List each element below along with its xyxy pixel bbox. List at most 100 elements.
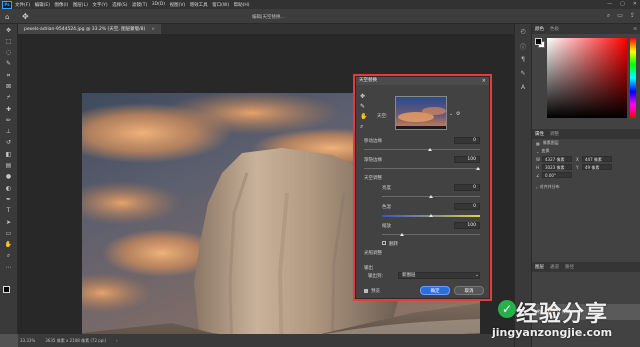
panel-menu-icon[interactable]: ≡	[633, 27, 637, 32]
tab-swatches[interactable]: 色板	[550, 26, 559, 32]
share-icon[interactable]: ⇪	[630, 12, 635, 20]
document-tab[interactable]: pexels-adrian-9544524.jpg @ 33.2% (天空, 图…	[18, 24, 162, 34]
type-tool-icon[interactable]: T	[3, 207, 14, 216]
history-brush-icon[interactable]: ↺	[3, 139, 14, 148]
menu-edit[interactable]: 编辑(E)	[35, 2, 50, 8]
move-tool-icon[interactable]: ✥	[3, 26, 14, 35]
shift-edge-knob[interactable]	[428, 148, 432, 151]
sky-preset-thumbnail[interactable]	[395, 96, 447, 130]
temperature-field[interactable]: 0	[454, 203, 480, 210]
dialog-close-button[interactable]: ×	[482, 77, 486, 85]
minimize-button[interactable]: —	[607, 1, 612, 7]
healing-brush-icon[interactable]: ✚	[3, 105, 14, 114]
history-panel-icon[interactable]: ◴	[519, 28, 528, 37]
shift-edge-field[interactable]: 0	[454, 137, 480, 144]
dialog-title-bar[interactable]: 天空替换 ×	[356, 77, 489, 85]
quick-select-tool-icon[interactable]: ✎	[3, 60, 14, 69]
gradient-tool-icon[interactable]: ▤	[3, 162, 14, 171]
sky-brush-tool-icon[interactable]: ✎	[360, 103, 367, 110]
move-sky-tool-icon[interactable]: ✥	[360, 93, 367, 100]
close-window-button[interactable]: ✕	[633, 1, 637, 7]
fade-edge-field[interactable]: 100	[454, 156, 480, 163]
menu-layer[interactable]: 图层(L)	[73, 2, 88, 8]
eye-icon[interactable]: 👁	[536, 310, 542, 315]
sky-adjust-label[interactable]: 天空调整	[364, 175, 382, 181]
menu-view[interactable]: 视图(V)	[170, 2, 186, 8]
menu-image[interactable]: 图像(I)	[54, 2, 68, 8]
marquee-tool-icon[interactable]: ⬚	[3, 37, 14, 46]
ok-button[interactable]: 确定	[420, 286, 450, 295]
layer-row-background[interactable]: 👁 背景	[532, 304, 640, 320]
preview-checkbox[interactable]	[364, 289, 368, 293]
menu-type[interactable]: 文字(Y)	[92, 2, 107, 8]
brightness-knob[interactable]	[429, 195, 433, 198]
transform-header[interactable]: ⌄ 变换	[532, 147, 640, 155]
shape-tool-icon[interactable]: ▭	[3, 229, 14, 238]
home-icon[interactable]: ⌂	[5, 13, 9, 21]
search-icon[interactable]: ⌕	[607, 12, 610, 20]
eyedropper-tool-icon[interactable]: ⌿	[3, 94, 14, 103]
width-field[interactable]: 4327 像素	[542, 156, 572, 162]
output-to-select[interactable]: 新图层	[398, 272, 480, 279]
sky-dropdown-icon[interactable]: ⌄	[449, 111, 453, 117]
lasso-tool-icon[interactable]: ◌	[3, 49, 14, 58]
document-info[interactable]: 3635 像素 x 2108 像素 (72 ppi)	[45, 338, 106, 344]
move-tool-icon[interactable]: ✥	[22, 12, 29, 21]
zoom-tool-icon[interactable]: ⌕	[360, 123, 367, 131]
character-panel-icon[interactable]: A	[519, 84, 528, 93]
tab-channels[interactable]: 通道	[550, 264, 559, 270]
menu-plugins[interactable]: 增效工具	[190, 2, 208, 8]
tab-layers[interactable]: 图层	[535, 264, 544, 270]
tab-color[interactable]: 颜色	[535, 26, 544, 32]
temperature-knob[interactable]	[429, 214, 433, 217]
scale-knob[interactable]	[400, 233, 404, 236]
color-picker-field[interactable]	[547, 38, 627, 118]
flip-checkbox[interactable]	[382, 241, 386, 245]
foreground-color-chip[interactable]	[535, 38, 542, 45]
brush-settings-icon[interactable]: ✎	[519, 70, 528, 79]
zoom-level[interactable]: 33.33%	[20, 338, 35, 343]
workspace-icon[interactable]: ▭	[617, 12, 623, 20]
maximize-button[interactable]: ▢	[620, 1, 625, 7]
frame-tool-icon[interactable]: ⊠	[3, 82, 14, 91]
hue-slider[interactable]	[630, 38, 636, 118]
dodge-tool-icon[interactable]: ◐	[3, 184, 14, 193]
hand-tool-icon[interactable]: ✋	[360, 113, 367, 120]
paragraph-panel-icon[interactable]: ¶	[519, 56, 528, 65]
path-select-icon[interactable]: ➤	[3, 218, 14, 227]
shift-edge-slider[interactable]	[364, 149, 480, 150]
pen-tool-icon[interactable]: ✒	[3, 195, 14, 204]
height-field[interactable]: 3023 像素	[542, 164, 572, 170]
menu-select[interactable]: 选择(S)	[112, 2, 127, 8]
scale-slider[interactable]	[382, 234, 480, 235]
menu-file[interactable]: 文件(F)	[15, 2, 30, 8]
menu-window[interactable]: 窗口(W)	[212, 2, 229, 8]
more-tools-icon[interactable]: ⋯	[3, 263, 14, 272]
x-field[interactable]: 447 像素	[582, 156, 612, 162]
blur-tool-icon[interactable]: ●	[3, 173, 14, 182]
lighting-label[interactable]: 光照调整	[364, 250, 382, 256]
scale-field[interactable]: 100	[454, 222, 480, 229]
brush-tool-icon[interactable]: ✏	[3, 116, 14, 125]
crop-tool-icon[interactable]: ⌗	[3, 71, 14, 80]
close-tab-icon[interactable]: ×	[151, 27, 155, 32]
foreground-color-swatch[interactable]	[3, 286, 10, 293]
tab-adjustments[interactable]: 调整	[550, 131, 559, 137]
tab-paths[interactable]: 路径	[565, 264, 574, 270]
sky-settings-icon[interactable]: ⚙	[456, 111, 460, 117]
menu-help[interactable]: 帮助(H)	[234, 2, 250, 8]
zoom-tool-icon[interactable]: ⌕	[3, 252, 14, 261]
chevron-down-icon[interactable]: ⌄	[475, 272, 479, 278]
cancel-button[interactable]: 取消	[454, 286, 484, 295]
info-panel-icon[interactable]: ⓘ	[519, 42, 528, 51]
status-arrow-icon[interactable]: ›	[116, 338, 118, 343]
tab-properties[interactable]: 属性	[535, 131, 544, 137]
fade-edge-slider[interactable]	[364, 168, 480, 169]
eraser-tool-icon[interactable]: ◧	[3, 150, 14, 159]
stamp-tool-icon[interactable]: ⊥	[3, 128, 14, 137]
y-field[interactable]: 49 像素	[582, 164, 612, 170]
brightness-field[interactable]: 0	[454, 184, 480, 191]
angle-field[interactable]: 0.00°	[542, 172, 572, 178]
menu-filter[interactable]: 滤镜(T)	[132, 2, 147, 8]
fade-edge-knob[interactable]	[476, 167, 480, 170]
